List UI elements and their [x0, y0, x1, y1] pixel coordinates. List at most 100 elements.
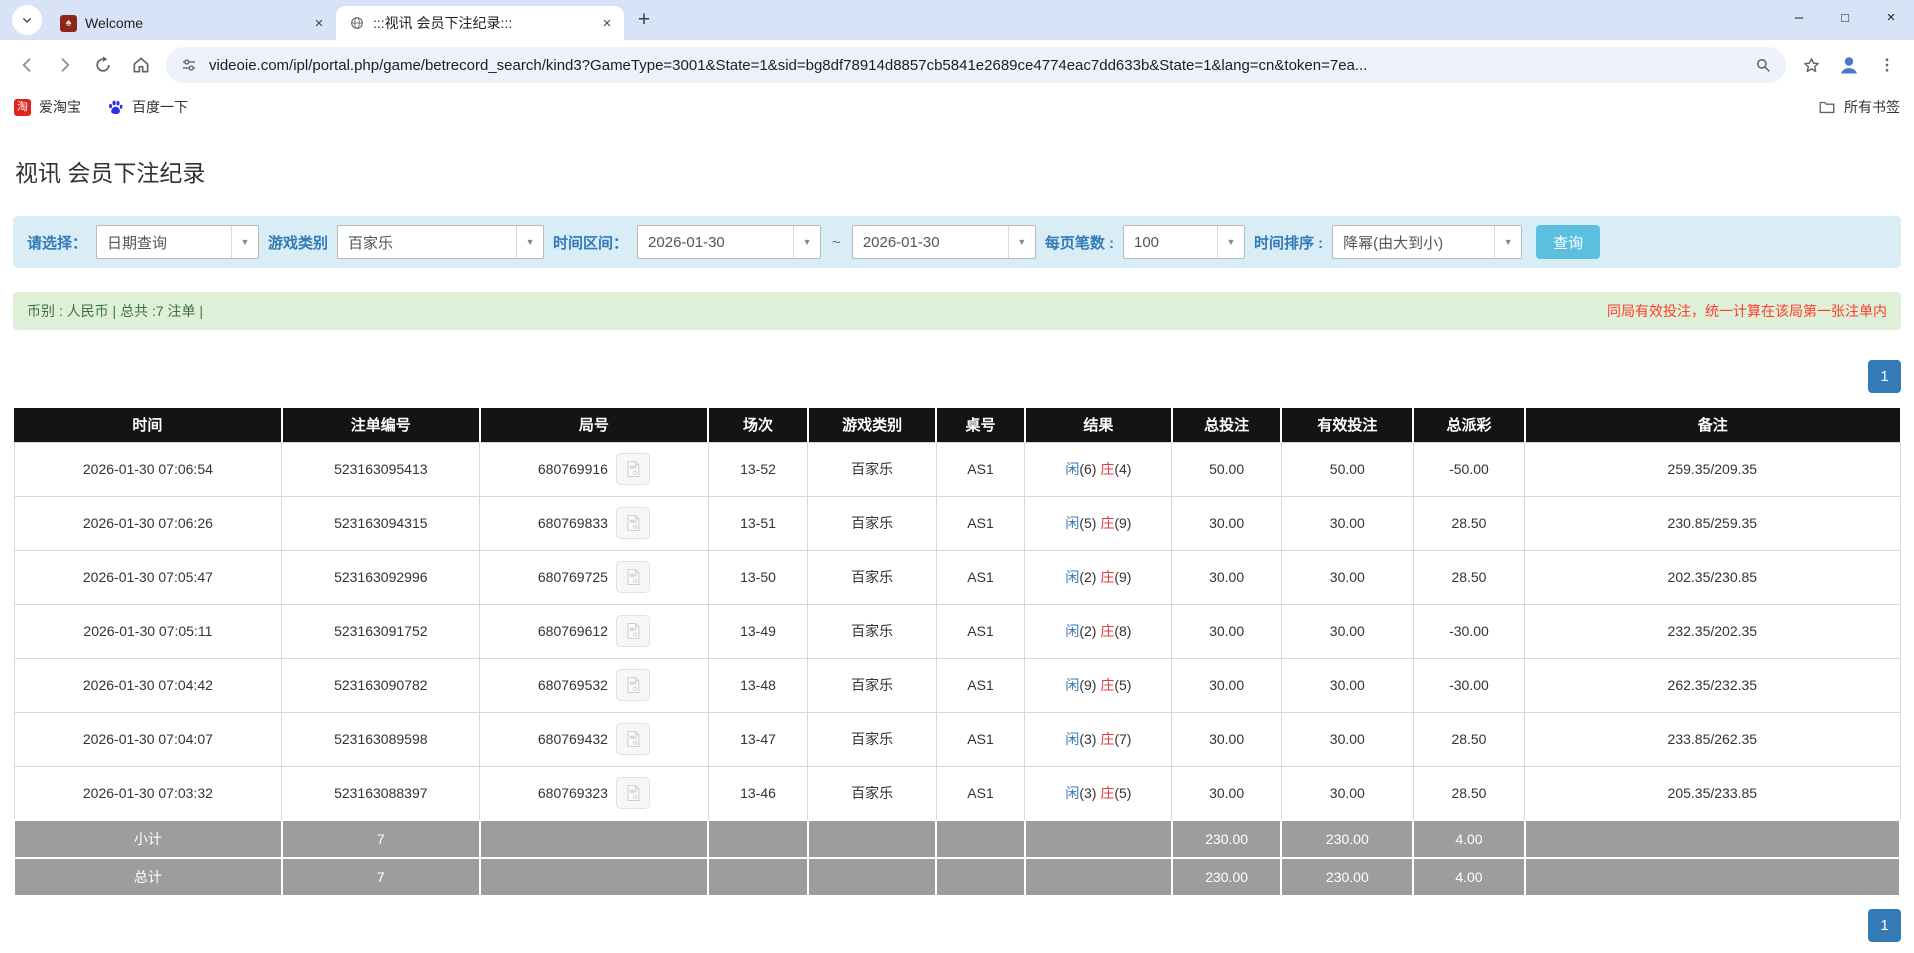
cell-payout: -30.00 [1413, 604, 1524, 658]
cell-bet-id: 523163089598 [282, 712, 480, 766]
date-to-dropdown[interactable]: 2026-01-30 ▼ [852, 225, 1036, 259]
all-bookmarks-button[interactable]: 所有书签 [1818, 97, 1900, 117]
video-replay-button[interactable] [616, 561, 650, 593]
forward-button[interactable] [46, 46, 84, 84]
cell-total-bet[interactable]: 30.00 [1172, 712, 1281, 766]
cell-result: 闲(2) 庄(8) [1025, 604, 1172, 658]
cell-session: 13-49 [708, 604, 808, 658]
cell-session: 13-47 [708, 712, 808, 766]
cell-total-bet[interactable]: 30.00 [1172, 766, 1281, 820]
cell-round-id: 680769916 [480, 442, 708, 496]
cell-time: 2026-01-30 07:04:42 [14, 658, 282, 712]
cell-result: 闲(9) 庄(5) [1025, 658, 1172, 712]
cell-game-type: 百家乐 [808, 712, 936, 766]
table-header-row: 时间 注单编号 局号 场次 游戏类别 桌号 结果 总投注 有效投注 总派彩 备注 [14, 408, 1900, 442]
back-arrow-icon [17, 55, 37, 75]
header-total-bet: 总投注 [1172, 408, 1281, 442]
window-minimize-button[interactable]: – [1776, 0, 1822, 34]
cell-session: 13-50 [708, 550, 808, 604]
header-payout: 总派彩 [1413, 408, 1524, 442]
cell-round-id: 680769432 [480, 712, 708, 766]
cell-table-no: AS1 [936, 442, 1025, 496]
cell-total-bet[interactable]: 30.00 [1172, 658, 1281, 712]
home-button[interactable] [122, 46, 160, 84]
tab-search-button[interactable] [12, 5, 42, 35]
page-size-dropdown[interactable]: 100 ▼ [1123, 225, 1245, 259]
tab-bet-records[interactable]: :::视讯 会员下注纪录::: × [336, 6, 624, 40]
url-text[interactable]: videoie.com/ipl/portal.php/game/betrecor… [209, 57, 1743, 74]
tab-welcome[interactable]: ♠ Welcome × [48, 6, 336, 40]
bet-records-table: 时间 注单编号 局号 场次 游戏类别 桌号 结果 总投注 有效投注 总派彩 备注… [13, 408, 1901, 897]
cell-total-bet[interactable]: 30.00 [1172, 604, 1281, 658]
url-bar[interactable]: videoie.com/ipl/portal.php/game/betrecor… [166, 47, 1786, 83]
bookmark-star-button[interactable] [1792, 46, 1830, 84]
cell-remark: 259.35/209.35 [1525, 442, 1900, 496]
new-tab-button[interactable]: + [630, 6, 658, 34]
close-icon[interactable]: × [310, 14, 328, 32]
table-row: 2026-01-30 07:06:26 523163094315 6807698… [14, 496, 1900, 550]
video-replay-button[interactable] [616, 453, 650, 485]
back-button[interactable] [8, 46, 46, 84]
baidu-paw-icon [107, 99, 124, 116]
cell-bet-id: 523163090782 [282, 658, 480, 712]
cell-total-bet[interactable]: 30.00 [1172, 550, 1281, 604]
home-icon [131, 55, 151, 75]
header-round-id: 局号 [480, 408, 708, 442]
bookmark-baidu[interactable]: 百度一下 [107, 97, 188, 117]
banker-score: (4) [1114, 461, 1131, 477]
page-1-button[interactable]: 1 [1868, 909, 1901, 942]
zoom-icon[interactable] [1754, 56, 1772, 74]
chevron-down-icon[interactable]: ▼ [231, 226, 258, 258]
bookmarks-bar: 淘 爱淘宝 百度一下 所有书签 [0, 90, 1914, 124]
header-session: 场次 [708, 408, 808, 442]
cell-payout: 28.50 [1413, 712, 1524, 766]
cell-total-bet[interactable]: 30.00 [1172, 496, 1281, 550]
chevron-down-icon[interactable]: ▼ [1217, 226, 1244, 258]
chevron-down-icon [19, 12, 35, 28]
profile-avatar[interactable] [1830, 46, 1868, 84]
player-result: 闲 [1065, 731, 1079, 747]
page-title: 视讯 会员下注纪录 [15, 154, 1899, 188]
cell-payout: 28.50 [1413, 550, 1524, 604]
tab-title: Welcome [85, 15, 302, 31]
taobao-icon: 淘 [14, 99, 31, 116]
header-remark: 备注 [1525, 408, 1900, 442]
video-replay-button[interactable] [616, 615, 650, 647]
video-file-icon [623, 513, 643, 533]
query-type-dropdown[interactable]: 日期查询 ▼ [96, 225, 259, 259]
window-close-button[interactable]: × [1868, 0, 1914, 34]
video-file-icon [623, 729, 643, 749]
subtotal-count: 7 [282, 820, 480, 858]
cell-round-id: 680769532 [480, 658, 708, 712]
video-replay-button[interactable] [616, 777, 650, 809]
chevron-down-icon[interactable]: ▼ [516, 226, 543, 258]
cell-total-bet[interactable]: 50.00 [1172, 442, 1281, 496]
cell-time: 2026-01-30 07:03:32 [14, 766, 282, 820]
table-row: 2026-01-30 07:04:07 523163089598 6807694… [14, 712, 1900, 766]
sort-dropdown[interactable]: 降幂(由大到小) ▼ [1332, 225, 1522, 259]
cell-session: 13-48 [708, 658, 808, 712]
bookmark-aitaobao[interactable]: 淘 爱淘宝 [14, 97, 81, 117]
video-file-icon [623, 621, 643, 641]
chevron-down-icon[interactable]: ▼ [1008, 226, 1035, 258]
chevron-down-icon[interactable]: ▼ [793, 226, 820, 258]
window-maximize-button[interactable]: □ [1822, 0, 1868, 34]
site-settings-icon[interactable] [180, 56, 198, 74]
chevron-down-icon[interactable]: ▼ [1494, 226, 1521, 258]
video-replay-button[interactable] [616, 723, 650, 755]
cell-table-no: AS1 [936, 550, 1025, 604]
browser-menu-button[interactable] [1868, 46, 1906, 84]
search-button[interactable]: 查询 [1536, 225, 1600, 259]
reload-button[interactable] [84, 46, 122, 84]
video-replay-button[interactable] [616, 669, 650, 701]
video-file-icon [623, 783, 643, 803]
cell-result: 闲(2) 庄(9) [1025, 550, 1172, 604]
video-replay-button[interactable] [616, 507, 650, 539]
banker-score: (5) [1114, 785, 1131, 801]
page-1-button[interactable]: 1 [1868, 360, 1901, 393]
game-type-dropdown[interactable]: 百家乐 ▼ [337, 225, 544, 259]
banker-result: 庄 [1100, 677, 1114, 693]
date-from-dropdown[interactable]: 2026-01-30 ▼ [637, 225, 821, 259]
close-icon[interactable]: × [598, 14, 616, 32]
globe-icon [348, 15, 365, 32]
